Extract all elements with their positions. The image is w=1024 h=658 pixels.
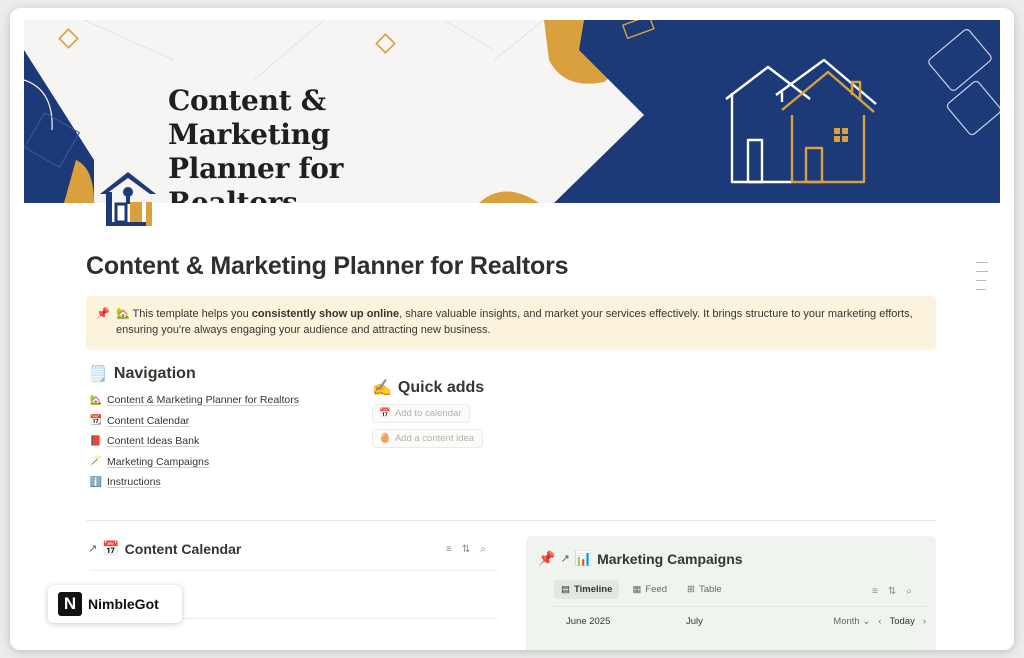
callout-text-bold: consistently show up online (251, 308, 400, 320)
nav-link-planner[interactable]: 🏡 Content & Marketing Planner for Realto… (90, 390, 299, 411)
content-calendar-tools: ≡ ⇅ ⌕ (446, 544, 486, 555)
feed-icon: ▦ (632, 584, 642, 595)
marketing-campaigns-title: Marketing Campaigns (597, 550, 743, 567)
nav-link-content-calendar[interactable]: 📆 Content Calendar (90, 411, 299, 432)
intro-callout: 📌 🏡 This template helps you consistently… (86, 296, 936, 350)
nav-link-label: Instructions (107, 476, 161, 489)
table-of-contents-indicator[interactable] (976, 262, 988, 298)
cover-title: Content & Marketing Planner for Realtors (168, 84, 488, 203)
navigation-list: 🏡 Content & Marketing Planner for Realto… (90, 390, 299, 493)
magic-wand-icon: 🪄 (89, 456, 103, 468)
pin-icon: 📌 (538, 550, 556, 566)
nav-link-content-ideas-bank[interactable]: 📕 Content Ideas Bank (90, 431, 299, 452)
button-label: Add a content idea (394, 433, 475, 444)
sort-icon[interactable]: ⇅ (462, 544, 470, 555)
content-calendar-title: Content Calendar (124, 540, 242, 557)
timeline-month-label: June 2025 (566, 616, 611, 627)
writing-hand-icon: ✍️ (372, 380, 392, 397)
tab-label: Timeline (573, 584, 613, 595)
section-divider (86, 520, 936, 521)
navigation-heading: 🗒️ Navigation (88, 364, 196, 384)
nav-link-marketing-campaigns[interactable]: 🪄 Marketing Campaigns (90, 452, 299, 473)
marketing-campaigns-heading[interactable]: 📌 ↗ 📊 Marketing Campaigns (538, 550, 743, 567)
filter-icon[interactable]: ≡ (446, 544, 452, 555)
search-icon[interactable]: ⌕ (906, 586, 912, 597)
view-scale-select[interactable]: Month ⌄ (833, 616, 870, 627)
nav-link-instructions[interactable]: ℹ️ Instructions (90, 472, 299, 493)
calendar-icon: 📅 (379, 408, 391, 419)
nav-link-label: Content Calendar (107, 414, 190, 427)
table-icon: ⊞ (687, 584, 695, 595)
timeline-month-label: July (686, 616, 703, 627)
cover-title-line: Realtors (168, 186, 298, 203)
view-tabs: ▤ Timeline ▦ Feed ⊞ Table (554, 580, 729, 599)
chevron-left-icon[interactable]: ‹ (878, 616, 881, 627)
quick-adds-heading: ✍️ Quick adds (372, 378, 484, 398)
brand-watermark: N NimbleGot (48, 585, 182, 623)
tab-label: Table (698, 584, 722, 595)
calendar-divider (90, 570, 498, 571)
house-logo-icon[interactable] (96, 166, 160, 235)
book-icon: 📕 (89, 435, 103, 447)
timeline-divider (554, 606, 926, 607)
tab-label: Feed (645, 584, 667, 595)
marketing-campaigns-panel: 📌 ↗ 📊 Marketing Campaigns ≡ ⇅ ⌕ ▤ Timeli… (526, 536, 936, 650)
brand-logo-icon: N (58, 592, 82, 616)
today-button[interactable]: Today (889, 616, 914, 627)
cover-title-line: Content & Marketing (168, 84, 330, 151)
pin-icon: 📌 (96, 308, 110, 320)
info-icon: ℹ️ (89, 476, 103, 488)
timeline-icon: ▤ (561, 584, 570, 595)
link-arrow-icon: ↗ (560, 553, 570, 565)
tab-feed[interactable]: ▦ Feed (625, 580, 674, 599)
bar-chart-icon: 📊 (574, 550, 593, 566)
add-to-calendar-button[interactable]: 📅 Add to calendar (372, 404, 471, 423)
calendar-icon: 📆 (89, 415, 103, 427)
view-scale-label: Month (833, 616, 860, 627)
navigation-heading-text: Navigation (113, 365, 196, 382)
cover-title-line: Planner for (168, 152, 344, 185)
button-label: Add to calendar (394, 408, 462, 419)
nav-link-label: Content & Marketing Planner for Realtors (107, 394, 300, 407)
chevron-right-icon[interactable]: › (923, 616, 926, 627)
search-icon[interactable]: ⌕ (480, 544, 486, 555)
egg-icon: 🥚 (379, 433, 391, 444)
tab-timeline[interactable]: ▤ Timeline (554, 580, 620, 599)
house-emoji-icon: 🏡 (116, 308, 130, 320)
nav-link-label: Content Ideas Bank (107, 435, 200, 448)
window-frame: Content & Marketing Planner for Realtors… (10, 8, 1014, 650)
sort-icon[interactable]: ⇅ (888, 586, 896, 597)
tab-table[interactable]: ⊞ Table (680, 580, 729, 599)
brand-name: NimbleGot (88, 596, 159, 612)
link-arrow-icon: ↗ (88, 543, 98, 555)
timeline-controls: Month ⌄ ‹ Today › (833, 616, 926, 627)
filter-icon[interactable]: ≡ (872, 586, 878, 597)
add-content-idea-button[interactable]: 🥚 Add a content idea (372, 429, 484, 448)
content-calendar-heading[interactable]: ↗ 📅 Content Calendar (88, 540, 241, 557)
nav-link-label: Marketing Campaigns (107, 455, 210, 468)
callout-text-start: This template helps you (129, 308, 252, 320)
calendar-icon: 📅 (102, 540, 120, 556)
quick-adds-heading-text: Quick adds (397, 379, 485, 396)
chevron-down-icon: ⌄ (862, 616, 871, 627)
cover-banner: Content & Marketing Planner for Realtors (24, 20, 1000, 203)
page-title: Content & Marketing Planner for Realtors (86, 252, 569, 280)
house-icon: 🏡 (89, 394, 103, 406)
notepad-icon: 🗒️ (88, 366, 108, 383)
marketing-campaigns-tools: ≡ ⇅ ⌕ (872, 586, 912, 597)
